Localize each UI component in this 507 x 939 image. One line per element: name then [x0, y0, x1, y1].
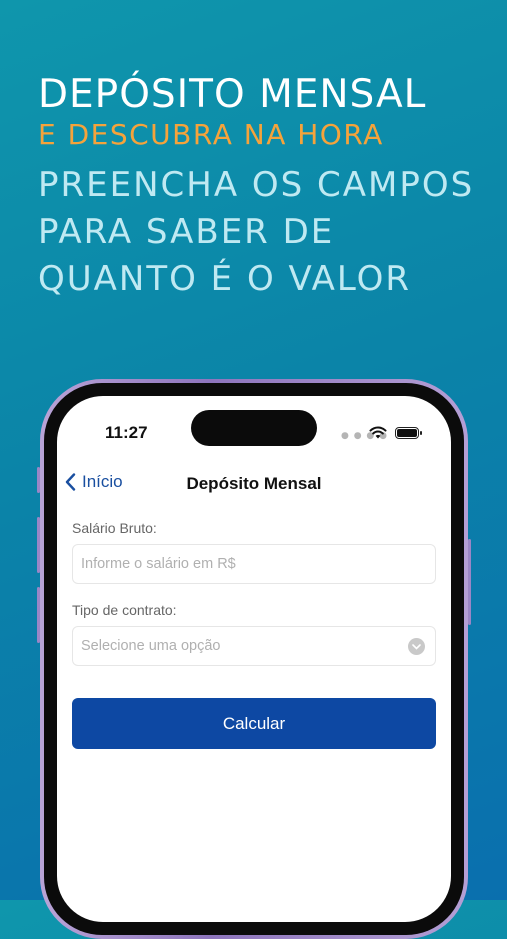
dynamic-island [191, 410, 317, 446]
phone-power-button [468, 539, 471, 625]
promo-description: PREENCHA OS CAMPOS PARA SABER DE QUANTO … [38, 165, 475, 299]
salary-input[interactable]: Informe o salário em R$ [72, 544, 436, 584]
calculate-button[interactable]: Calcular [72, 698, 436, 749]
promo-headline: DEPÓSITO MENSAL E DESCUBRA NA HORA PREEN… [38, 72, 497, 303]
chevron-down-icon [408, 638, 425, 655]
promo-subtitle: E DESCUBRA NA HORA [38, 118, 384, 151]
phone-volume-down [37, 587, 40, 643]
contract-type-select[interactable]: Selecione uma opção [72, 626, 436, 666]
phone-screen: 11:27 ● ● ● ● Início Depósito Mensal Sal… [57, 396, 451, 922]
deposit-form: Salário Bruto: Informe o salário em R$ T… [72, 520, 436, 749]
contract-type-label: Tipo de contrato: [72, 602, 177, 618]
contract-type-placeholder: Selecione uma opção [81, 638, 221, 654]
page-title: Depósito Mensal [186, 474, 322, 493]
phone-mockup: 11:27 ● ● ● ● Início Depósito Mensal Sal… [37, 379, 471, 939]
phone-bezel: 11:27 ● ● ● ● Início Depósito Mensal Sal… [44, 383, 464, 935]
status-time: 11:27 [105, 423, 148, 442]
salary-placeholder: Informe o salário em R$ [81, 556, 236, 572]
battery-icon [395, 427, 422, 439]
navigation-bar: Início Depósito Mensal [57, 468, 451, 504]
phone-mute-switch [37, 467, 40, 493]
promo-title: DEPÓSITO MENSAL [38, 72, 427, 117]
salary-label: Salário Bruto: [72, 520, 157, 536]
wifi-icon [369, 426, 387, 439]
phone-volume-up [37, 517, 40, 573]
status-bar: 11:27 ● ● ● ● [57, 396, 451, 452]
